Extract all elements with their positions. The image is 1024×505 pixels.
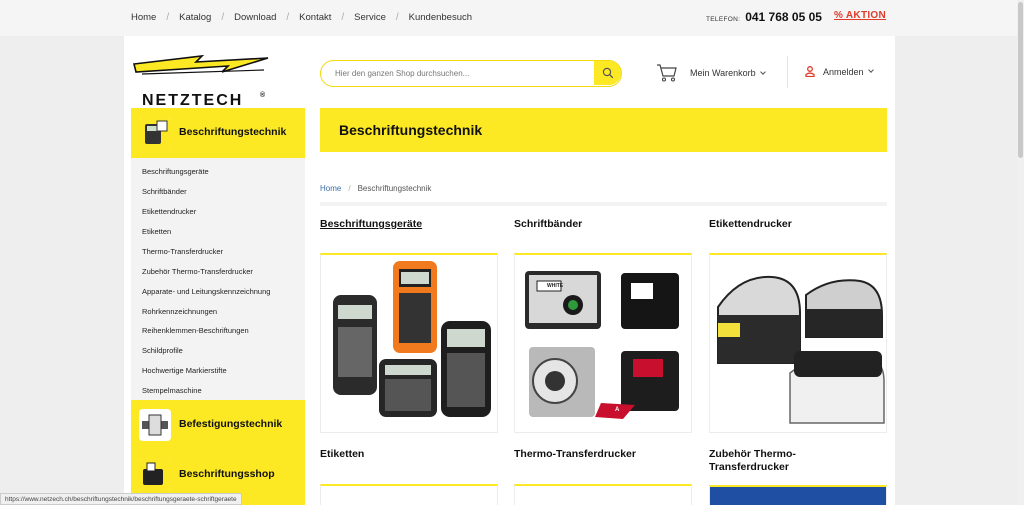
search-icon (602, 67, 613, 79)
tape-label-text: WHITE (547, 283, 564, 289)
search-input[interactable] (335, 66, 585, 81)
sidebar-item-markierstifte[interactable]: Hochwertige Markierstifte (142, 366, 227, 375)
search-button[interactable] (594, 61, 621, 85)
product-title[interactable]: Thermo-Transferdrucker (514, 448, 636, 461)
chevron-down-icon (759, 68, 766, 75)
topnav-separator: / (286, 12, 290, 23)
status-bar-url: https://www.netzech.ch/beschriftungstech… (0, 493, 242, 505)
product-image-label-makers[interactable] (320, 253, 498, 433)
sidebar-item-schriftbaender[interactable]: Schriftbänder (142, 187, 187, 196)
topnav-kontakt[interactable]: Kontakt (299, 12, 331, 23)
product-title[interactable]: Etiketten (320, 448, 364, 461)
sidebar-item-rohrkennzeichnungen[interactable]: Rohrkennzeichnungen (142, 307, 217, 316)
sidebar-category-label: Beschriftungstechnik (179, 126, 287, 138)
sidebar-item-stempelmaschine[interactable]: Stempelmaschine (142, 386, 202, 395)
aktion-link[interactable]: % AKTION (834, 10, 886, 21)
breadcrumb-separator: / (348, 184, 351, 193)
topnav-kundenbesuch[interactable]: Kundenbesuch (409, 12, 472, 23)
product-image-thermo-transferdrucker[interactable] (514, 484, 692, 505)
breadcrumb: Home / Beschriftungstechnik (320, 184, 431, 193)
netztech-logo[interactable]: NETZTECH ® (132, 50, 272, 109)
product-title[interactable]: Etikettendrucker (709, 218, 792, 231)
user-icon (805, 66, 815, 77)
sidebar-item-etikettendrucker[interactable]: Etikettendrucker (142, 207, 196, 216)
search-bar (320, 60, 622, 87)
sidebar-category-beschriftungstechnik[interactable]: Beschriftungstechnik (131, 108, 305, 158)
sidebar-item-reihenklemmen[interactable]: Reihenklemmen-Beschriftungen (142, 326, 249, 335)
topnav-katalog[interactable]: Katalog (179, 12, 211, 23)
lightning-logo-icon (133, 54, 269, 75)
product-title[interactable]: Schriftbänder (514, 218, 582, 231)
sidebar-category-label: Beschriftungsshop (179, 468, 275, 480)
product-title[interactable]: Zubehör Thermo-Transferdrucker (709, 448, 819, 474)
product-card-zubehoer-thermo[interactable]: Zubehör Thermo-Transferdrucker (709, 448, 887, 505)
chevron-down-icon (867, 67, 874, 73)
header-divider (787, 56, 788, 88)
topnav-separator: / (395, 12, 399, 23)
shop-category-icon (139, 459, 171, 491)
sidebar-item-etiketten[interactable]: Etiketten (142, 227, 171, 236)
main-container: NETZTECH® Mein Warenkorb Anmelden (124, 36, 895, 505)
login-label: Anmelden (823, 66, 864, 77)
phone-contact[interactable]: TELEFON: 041 768 05 05 (706, 10, 822, 24)
cart-icon (657, 64, 677, 82)
breadcrumb-current: Beschriftungstechnik (357, 184, 432, 193)
product-card-thermo-transferdrucker[interactable]: Thermo-Transferdrucker (514, 448, 692, 505)
top-bar: Home / Katalog / Download / Kontakt / Se… (0, 0, 1024, 36)
product-card-schriftbaender[interactable]: Schriftbänder WHITE A (514, 218, 692, 433)
page-scrollbar[interactable] (1017, 0, 1024, 505)
product-card-beschriftungsgeraete[interactable]: Beschriftungsgeräte (320, 218, 498, 433)
breadcrumb-divider (320, 202, 887, 206)
breadcrumb-home[interactable]: Home (320, 184, 341, 193)
topnav-service[interactable]: Service (354, 12, 386, 23)
product-image-label-tapes[interactable]: WHITE A (514, 253, 692, 433)
product-title[interactable]: Beschriftungsgeräte (320, 218, 422, 231)
registered-mark-icon: ® (260, 92, 266, 99)
topnav-home[interactable]: Home (131, 12, 156, 23)
sidebar-item-beschriftungsgeraete[interactable]: Beschriftungsgeräte (142, 167, 209, 176)
page-title: Beschriftungstechnik (339, 122, 483, 138)
sidebar-category-label: Befestigungstechnik (179, 418, 283, 430)
topnav-separator: / (341, 12, 345, 23)
product-image-label-printers[interactable] (709, 253, 887, 433)
phone-label: TELEFON: (706, 16, 741, 23)
topnav-download[interactable]: Download (234, 12, 276, 23)
printer-tag-text: A (615, 407, 620, 413)
category-sidebar: Beschriftungstechnik Beschriftungsgeräte… (131, 108, 305, 505)
sidebar-item-zubehoer-thermo[interactable]: Zubehör Thermo-Transferdrucker (142, 267, 253, 276)
product-card-etikettendrucker[interactable]: Etikettendrucker (709, 218, 887, 433)
product-image-zubehoer[interactable] (709, 485, 887, 505)
label-printer-category-icon (139, 117, 171, 149)
sidebar-item-apparate-leitungskennzeichnung[interactable]: Apparate- und Leitungskennzeichnung (142, 287, 270, 296)
topnav-separator: / (166, 12, 170, 23)
cart-button[interactable]: Mein Warenkorb (656, 63, 766, 83)
product-card-etiketten[interactable]: Etiketten (320, 448, 498, 505)
cart-label: Mein Warenkorb (690, 68, 756, 78)
scrollbar-thumb[interactable] (1018, 2, 1023, 158)
sidebar-item-thermo-transferdrucker[interactable]: Thermo-Transferdrucker (142, 247, 223, 256)
phone-number[interactable]: 041 768 05 05 (745, 10, 822, 24)
page-title-banner: Beschriftungstechnik (320, 108, 887, 152)
sidebar-item-schildprofile[interactable]: Schildprofile (142, 346, 183, 355)
top-navigation: Home / Katalog / Download / Kontakt / Se… (131, 12, 472, 23)
sidebar-subnav: Beschriftungsgeräte Schriftbänder Etiket… (131, 158, 305, 400)
fastening-category-icon (139, 409, 171, 441)
product-image-etiketten[interactable] (320, 484, 498, 505)
login-button[interactable]: Anmelden (805, 66, 874, 77)
sidebar-category-befestigungstechnik[interactable]: Befestigungstechnik (131, 400, 305, 450)
topnav-separator: / (221, 12, 225, 23)
